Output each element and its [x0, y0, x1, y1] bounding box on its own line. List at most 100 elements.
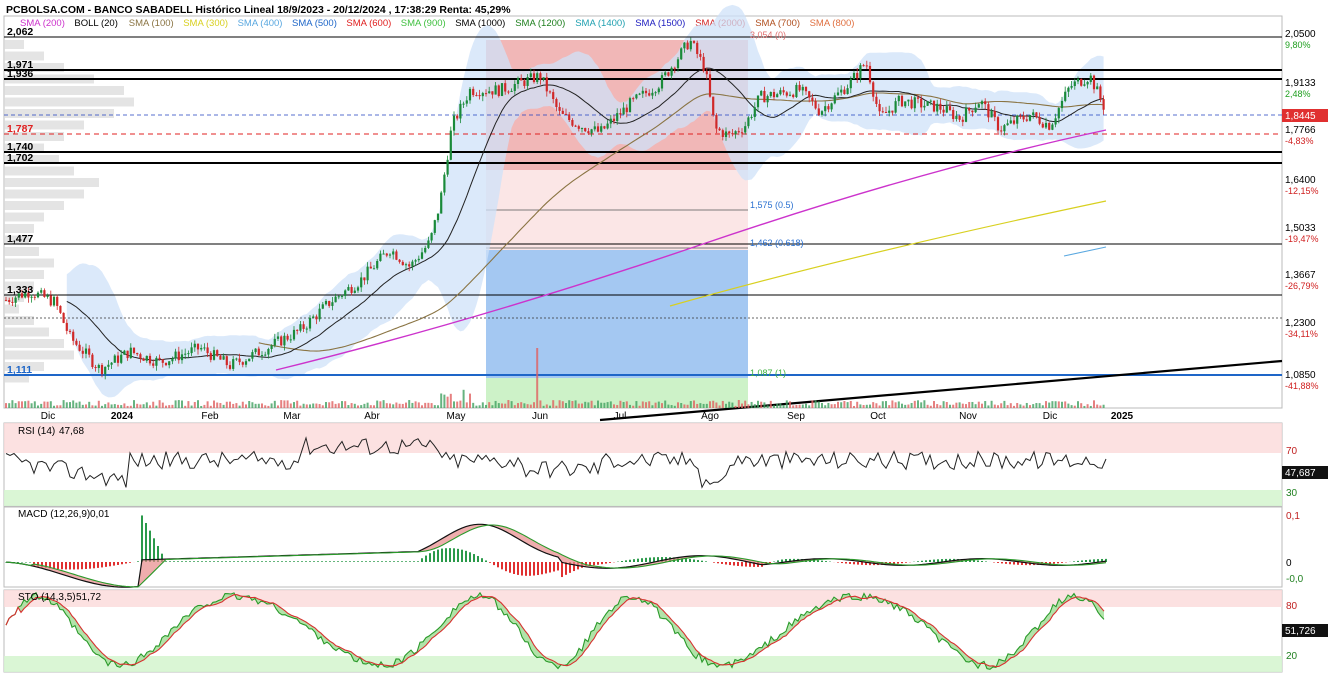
candle-body — [30, 296, 33, 298]
candle-body — [1038, 117, 1041, 124]
volume-bar — [603, 402, 606, 408]
macd-hist-bar — [61, 562, 63, 570]
candle-body — [84, 348, 88, 354]
volume-bar — [558, 400, 561, 408]
volume-bar — [446, 396, 449, 408]
candle-body — [417, 258, 420, 261]
candle-body — [948, 106, 952, 110]
macd-hist-bar — [513, 562, 515, 574]
candle-body — [296, 329, 299, 331]
candle-body — [657, 88, 660, 93]
volume-bar — [504, 403, 507, 408]
candle-body — [91, 354, 94, 367]
volume-bar — [421, 405, 423, 408]
candle-body — [798, 84, 801, 91]
volume-bar — [187, 401, 190, 408]
volume-bar — [200, 405, 203, 408]
volume-bar — [597, 400, 599, 408]
volume-bar — [142, 404, 145, 408]
volume-bar — [363, 403, 366, 408]
macd-hist-bar — [113, 562, 115, 566]
candle-body — [36, 292, 40, 298]
candle-body — [561, 110, 564, 114]
volume-bar — [1083, 405, 1086, 408]
macd-hist-bar — [981, 560, 983, 562]
candle-body — [56, 296, 59, 306]
candle-body — [766, 96, 769, 103]
macd-hist-bar — [189, 561, 191, 562]
volume-bar — [523, 403, 526, 408]
volume-bar — [360, 405, 363, 408]
macd-hist-bar — [549, 562, 551, 573]
volume-bar — [545, 404, 548, 408]
macd-hist-bar — [825, 561, 827, 562]
legend-item: SMA (300) — [183, 18, 228, 29]
legend-item: SMA (400) — [238, 18, 283, 29]
legend-item: SMA (900) — [401, 18, 446, 29]
macd-hist-bar — [1085, 560, 1087, 562]
candle-body — [846, 88, 849, 95]
volume-bar — [395, 402, 398, 408]
macd-hist-bar — [309, 561, 311, 562]
volume-bar — [277, 405, 279, 408]
volume-bar — [357, 405, 359, 408]
candle-body — [820, 111, 824, 115]
candle-body — [772, 91, 776, 98]
volume-bar — [837, 401, 839, 408]
macd-hist-bar — [185, 561, 187, 562]
volume-bar — [520, 402, 523, 408]
volume-bar — [638, 405, 641, 408]
volume-bar — [926, 404, 929, 408]
volume-bar — [635, 401, 638, 408]
candle-body — [187, 353, 190, 355]
volume-bar — [1029, 405, 1031, 408]
candle-body — [760, 90, 763, 96]
volume-bar — [165, 405, 167, 408]
volume-bar — [664, 400, 667, 408]
volume-bar — [795, 405, 798, 408]
macd-hist-bar — [381, 561, 383, 562]
candle-body — [744, 126, 747, 133]
volume-profile-bar — [4, 316, 34, 325]
macd-hist-bar — [629, 559, 631, 562]
volume-bar — [737, 400, 740, 408]
candle-body — [795, 84, 798, 98]
candle-body — [900, 95, 904, 107]
volume-bar — [715, 402, 718, 408]
candle-body — [174, 351, 177, 359]
volume-bar — [469, 393, 471, 408]
candle-body — [1080, 78, 1083, 86]
macd-tick-top: 0,1 — [1286, 511, 1300, 522]
volume-bar — [302, 403, 305, 408]
candle-body — [968, 107, 971, 111]
candle-body — [686, 42, 689, 50]
candle-body — [446, 159, 449, 175]
candle-body — [164, 362, 168, 366]
candle-body — [987, 104, 990, 118]
candle-body — [33, 296, 36, 298]
volume-bar — [366, 402, 369, 408]
candle-body — [206, 347, 209, 354]
volume-bar — [622, 402, 625, 408]
volume-bar — [472, 402, 475, 408]
candle-body — [1035, 112, 1038, 118]
macd-hist-bar — [125, 562, 127, 564]
volume-bar — [91, 405, 94, 408]
volume-bar — [869, 404, 871, 408]
volume-bar — [773, 405, 775, 408]
right-pct: -34,11% — [1285, 329, 1318, 339]
volume-bar — [177, 400, 180, 408]
macd-hist-bar — [741, 562, 743, 567]
macd-hist-bar — [145, 522, 147, 562]
volume-bar — [254, 403, 257, 408]
candle-body — [888, 110, 891, 113]
macd-hist-bar — [317, 561, 319, 562]
candle-body — [276, 336, 280, 339]
volume-bar — [968, 401, 971, 408]
candle-body — [318, 308, 321, 320]
candle-body — [1006, 123, 1009, 126]
volume-bar — [561, 401, 564, 408]
candle-body — [833, 95, 836, 104]
candle-body — [1022, 116, 1025, 120]
macd-hist-bar — [837, 562, 839, 563]
